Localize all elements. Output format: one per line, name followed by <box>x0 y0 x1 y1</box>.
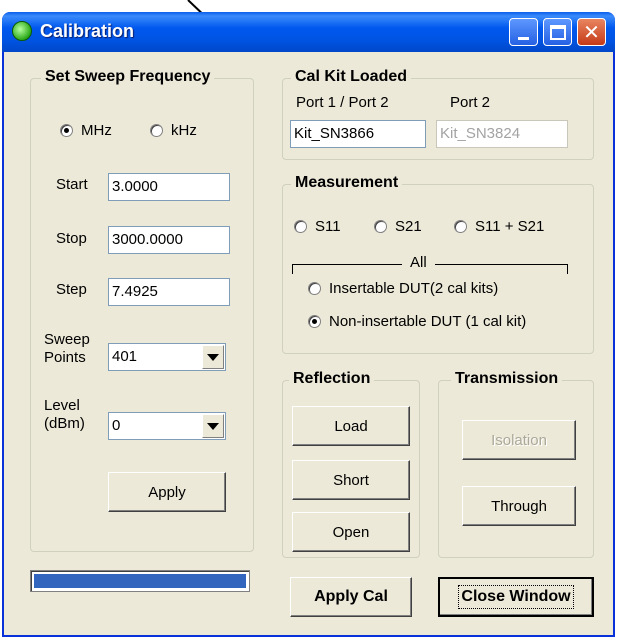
radio-s11-dot <box>294 220 307 233</box>
close-icon: ✕ <box>583 20 600 44</box>
cal-kit-legend: Cal Kit Loaded <box>291 68 412 86</box>
measurement-legend: Measurement <box>291 174 403 192</box>
load-button[interactable]: Load <box>292 406 410 446</box>
port2-kit-field: Kit_SN3824 <box>436 120 568 148</box>
apply-cal-button[interactable]: Apply Cal <box>290 577 412 617</box>
step-field[interactable]: 7.4925 <box>108 278 230 306</box>
reflection-legend: Reflection <box>289 370 375 388</box>
radio-non-insertable-dut[interactable]: Non-insertable DUT (1 cal kit) <box>308 313 526 330</box>
all-label: All <box>402 254 435 271</box>
open-button[interactable]: Open <box>292 512 410 552</box>
start-label: Start <box>56 176 88 193</box>
title-bar[interactable]: Calibration ✕ <box>2 12 615 52</box>
radio-mhz-dot <box>60 124 73 137</box>
radio-mhz-label: MHz <box>81 122 112 139</box>
radio-s11-label: S11 <box>315 218 341 235</box>
radio-insertable-dut[interactable]: Insertable DUT(2 cal kits) <box>308 280 498 297</box>
step-label: Step <box>56 281 87 298</box>
progress-bar <box>30 570 250 592</box>
transmission-legend: Transmission <box>451 370 563 388</box>
radio-s11-s21-dot <box>454 220 467 233</box>
stop-field[interactable]: 3000.0000 <box>108 226 230 254</box>
chevron-down-icon[interactable] <box>202 345 224 369</box>
sweep-points-label-line2: Points <box>44 349 86 366</box>
radio-non-insertable-dut-dot <box>308 315 321 328</box>
sweep-points-label-line1: Sweep <box>44 331 90 348</box>
isolation-button: Isolation <box>462 420 576 460</box>
window-title: Calibration <box>40 21 135 41</box>
close-window-button-label: Close Window <box>458 585 574 609</box>
transmission-group: Transmission <box>438 370 594 558</box>
radio-insertable-dut-dot <box>308 282 321 295</box>
progress-fill <box>34 574 246 588</box>
sweep-frequency-legend: Set Sweep Frequency <box>41 68 215 86</box>
level-label-line1: Level <box>44 397 80 414</box>
radio-s11-s21[interactable]: S11 + S21 <box>454 218 544 235</box>
open-button-label: Open <box>332 523 370 541</box>
radio-mhz[interactable]: MHz <box>60 122 112 139</box>
short-button-label: Short <box>333 471 369 489</box>
radio-non-insertable-dut-label: Non-insertable DUT (1 cal kit) <box>329 313 527 330</box>
maximize-icon <box>549 24 566 40</box>
radio-s21-label: S21 <box>395 218 422 235</box>
radio-s21[interactable]: S21 <box>374 218 422 235</box>
level-label: Level (dBm) <box>44 397 85 433</box>
through-button[interactable]: Through <box>462 486 576 526</box>
through-button-label: Through <box>491 497 547 515</box>
app-icon <box>12 21 32 41</box>
stop-label: Stop <box>56 230 87 247</box>
maximize-button[interactable] <box>543 18 572 46</box>
port2-label: Port 2 <box>450 94 491 111</box>
radio-s21-dot <box>374 220 387 233</box>
radio-khz-dot <box>150 124 163 137</box>
apply-button-label: Apply <box>148 483 186 501</box>
apply-cal-button-label: Apply Cal <box>314 588 388 605</box>
radio-s11[interactable]: S11 <box>294 218 341 235</box>
radio-s11-s21-label: S11 + S21 <box>475 218 545 235</box>
minimize-button[interactable] <box>509 18 538 46</box>
port1-kit-field[interactable]: Kit_SN3866 <box>290 120 426 148</box>
level-select[interactable]: 0 <box>108 412 226 440</box>
sweep-points-label: Sweep Points <box>44 331 90 367</box>
close-window-button[interactable]: Close Window <box>438 577 594 617</box>
start-field[interactable]: 3.0000 <box>108 173 230 201</box>
isolation-button-label: Isolation <box>491 431 547 449</box>
sweep-points-select[interactable]: 401 <box>108 343 226 371</box>
level-value: 0 <box>112 417 121 434</box>
radio-khz-label: kHz <box>171 122 197 139</box>
close-button[interactable]: ✕ <box>577 18 606 46</box>
port1-label: Port 1 / Port 2 <box>296 94 389 111</box>
level-label-line2: (dBm) <box>44 415 85 432</box>
radio-insertable-dut-label: Insertable DUT(2 cal kits) <box>329 280 499 297</box>
sweep-points-value: 401 <box>112 348 138 365</box>
load-button-label: Load <box>334 417 368 435</box>
chevron-down-icon[interactable] <box>202 414 224 438</box>
radio-khz[interactable]: kHz <box>150 122 197 139</box>
apply-button[interactable]: Apply <box>108 472 226 512</box>
short-button[interactable]: Short <box>292 460 410 500</box>
minimize-icon <box>518 36 529 40</box>
